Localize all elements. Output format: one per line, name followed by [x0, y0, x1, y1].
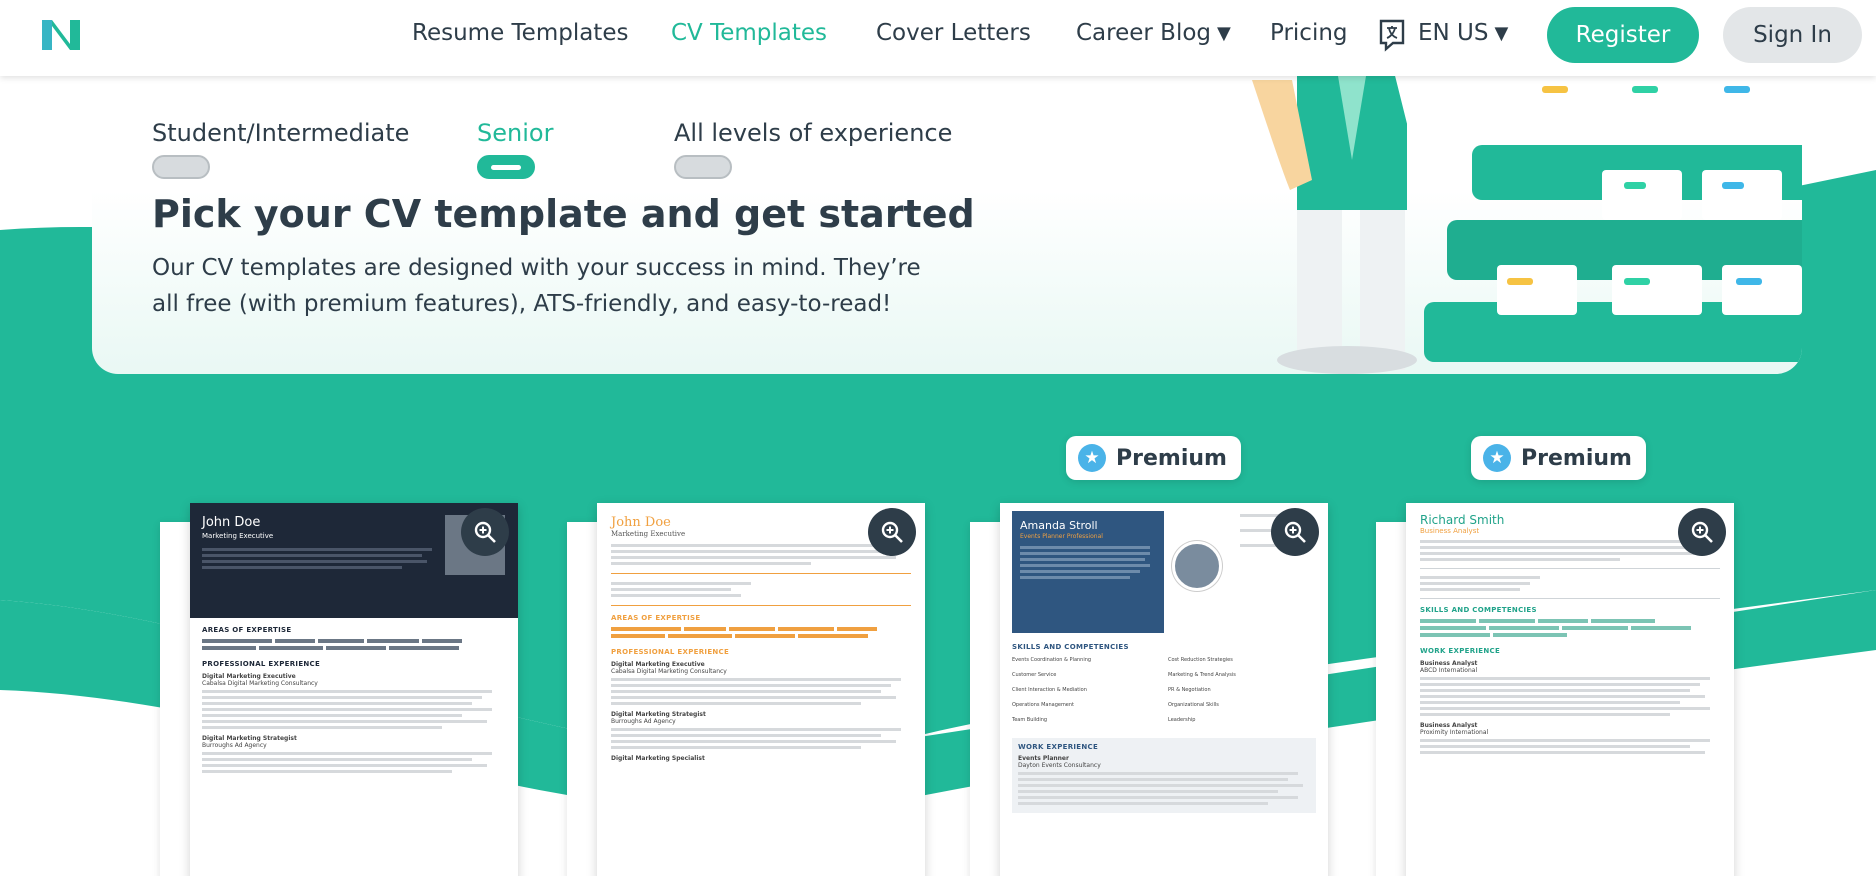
- zoom-icon[interactable]: [868, 508, 916, 556]
- skill-item: Team Building: [1012, 717, 1048, 723]
- resume-section-title: AREAS OF EXPERTISE: [611, 614, 701, 622]
- star-icon: ★: [1483, 444, 1511, 472]
- resume-section-title: PROFESSIONAL EXPERIENCE: [202, 660, 321, 668]
- job-title: Digital Marketing Strategist: [611, 711, 706, 718]
- resume-role: Events Planner Professional: [1020, 533, 1103, 540]
- premium-badge: ★ Premium: [1066, 436, 1241, 480]
- avatar: [1172, 541, 1222, 591]
- resume-section-title: PROFESSIONAL EXPERIENCE: [611, 648, 730, 656]
- resume-section-title: AREAS OF EXPERTISE: [202, 626, 292, 634]
- filter-student-toggle[interactable]: [152, 155, 210, 179]
- filter-all-levels[interactable]: All levels of experience: [674, 119, 952, 147]
- job-title: Digital Marketing Specialist: [611, 755, 705, 762]
- job-title: Business Analyst: [1420, 722, 1478, 729]
- skill-item: Leadership: [1168, 717, 1196, 723]
- filter-senior-toggle[interactable]: [477, 155, 535, 179]
- filter-all-levels-toggle[interactable]: [674, 155, 732, 179]
- job-company: Cabalsa Digital Marketing Consultancy: [202, 680, 318, 687]
- filter-student[interactable]: Student/Intermediate: [152, 119, 409, 147]
- resume-role: Business Analyst: [1420, 527, 1480, 535]
- language-label: EN US: [1418, 20, 1489, 46]
- skill-item: Operations Management: [1012, 702, 1075, 708]
- nav-resume-templates[interactable]: Resume Templates: [412, 20, 628, 46]
- skill-item: Events Coordination & Planning: [1012, 657, 1092, 663]
- page-subtitle: Our CV templates are designed with your …: [152, 255, 921, 317]
- job-company: Burroughs Ad Agency: [611, 718, 676, 725]
- skill-item: Cost Reduction Strategies: [1168, 657, 1233, 663]
- page-title: Pick your CV template and get started: [152, 192, 975, 236]
- chevron-down-icon: ▼: [1494, 23, 1509, 44]
- job-company: ABCD International: [1420, 667, 1478, 674]
- zoom-icon[interactable]: [1678, 508, 1726, 556]
- template-card[interactable]: John Doe Marketing Executive AREAS OF EX…: [190, 503, 518, 876]
- resume-name: Richard Smith: [1420, 513, 1505, 527]
- resume-section-title: WORK EXPERIENCE: [1420, 647, 1501, 655]
- template-card[interactable]: Richard Smith Business Analyst SKILLS AN…: [1406, 503, 1734, 876]
- job-title: Events Planner: [1018, 755, 1069, 762]
- zoom-icon[interactable]: [1271, 508, 1319, 556]
- resume-section-title: SKILLS AND COMPETENCIES: [1420, 606, 1537, 614]
- filter-senior[interactable]: Senior: [477, 119, 553, 147]
- resume-name: Amanda Stroll: [1020, 519, 1098, 532]
- resume-section-title: SKILLS AND COMPETENCIES: [1012, 643, 1129, 651]
- premium-label: Premium: [1521, 445, 1632, 471]
- nav-career-blog[interactable]: Career Blog ▼: [1076, 20, 1231, 46]
- nav-pricing[interactable]: Pricing: [1270, 20, 1348, 46]
- premium-badge: ★ Premium: [1471, 436, 1646, 480]
- template-card[interactable]: John Doe Marketing Executive AREAS OF EX…: [597, 503, 925, 876]
- resume-section-title: WORK EXPERIENCE: [1018, 743, 1099, 751]
- top-navigation: Resume Templates CV Templates Cover Lett…: [0, 0, 1876, 76]
- job-company: Dayton Events Consultancy: [1018, 762, 1101, 769]
- skill-item: Customer Service: [1012, 672, 1057, 678]
- template-card[interactable]: Amanda Stroll Events Planner Professiona…: [1000, 503, 1328, 876]
- job-company: Proximity International: [1420, 729, 1489, 736]
- hero-illustration: [1252, 40, 1802, 374]
- job-company: Cabalsa Digital Marketing Consultancy: [611, 668, 727, 675]
- zoom-icon[interactable]: [461, 508, 509, 556]
- hero-panel: Student/Intermediate Senior All levels o…: [92, 40, 1802, 374]
- job-title: Digital Marketing Strategist: [202, 735, 297, 742]
- resume-name: John Doe: [611, 515, 671, 530]
- job-title: Digital Marketing Executive: [202, 673, 296, 680]
- job-title: Digital Marketing Executive: [611, 661, 705, 668]
- resume-role: Marketing Executive: [611, 530, 686, 538]
- chevron-down-icon: ▼: [1217, 23, 1231, 44]
- brand-logo[interactable]: [38, 14, 84, 56]
- resume-header: Amanda Stroll Events Planner Professiona…: [1012, 511, 1164, 633]
- language-selector[interactable]: EN US ▼: [1418, 20, 1508, 46]
- skill-item: PR & Negotiation: [1168, 687, 1211, 693]
- premium-label: Premium: [1116, 445, 1227, 471]
- skill-item: Client Interaction & Mediation: [1012, 687, 1087, 693]
- skill-item: Organizational Skills: [1168, 702, 1219, 708]
- job-company: Burroughs Ad Agency: [202, 742, 267, 749]
- nav-cover-letters[interactable]: Cover Letters: [876, 20, 1031, 46]
- star-icon: ★: [1078, 444, 1106, 472]
- sign-in-button[interactable]: Sign In: [1723, 7, 1862, 63]
- skill-item: Marketing & Trend Analysis: [1168, 672, 1236, 678]
- job-title: Business Analyst: [1420, 660, 1478, 667]
- career-blog-label: Career Blog: [1076, 20, 1212, 46]
- register-button[interactable]: Register: [1547, 7, 1699, 63]
- translate-icon: [1379, 19, 1405, 52]
- nav-cv-templates[interactable]: CV Templates: [671, 20, 827, 46]
